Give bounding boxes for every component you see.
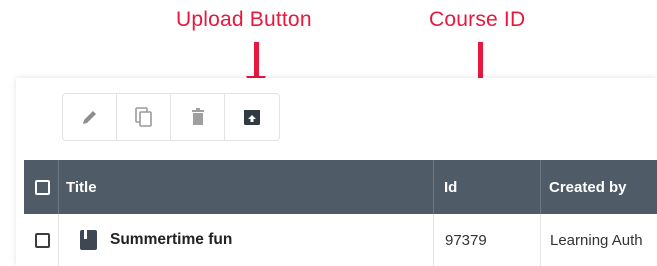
pencil-icon: [82, 111, 96, 124]
trash-icon: [191, 108, 204, 125]
row-checkbox[interactable]: [35, 232, 50, 248]
column-header-id[interactable]: Id: [444, 160, 457, 214]
upload-button-annotation: Upload Button: [176, 8, 312, 31]
edit-button[interactable]: [63, 94, 117, 140]
column-divider: [540, 214, 541, 266]
action-toolbar: [62, 93, 280, 141]
column-divider: [58, 214, 59, 266]
table-row[interactable]: Summertime fun 97379 Learning Auth: [24, 214, 657, 266]
column-divider: [433, 160, 434, 214]
course-id: 97379: [445, 231, 487, 249]
column-divider: [433, 214, 434, 266]
copy-icon: [134, 107, 152, 127]
delete-button[interactable]: [171, 94, 225, 140]
column-divider: [58, 160, 59, 214]
row-checkbox-cell[interactable]: [35, 214, 50, 266]
upload-icon: [244, 110, 260, 125]
select-all-checkbox-cell[interactable]: [35, 160, 50, 214]
course-book-icon: [80, 230, 97, 250]
select-all-checkbox[interactable]: [35, 179, 50, 195]
course-created-by: Learning Auth: [550, 231, 643, 249]
course-id-annotation: Course ID: [429, 8, 526, 31]
course-title[interactable]: Summertime fun: [110, 231, 232, 249]
column-header-title[interactable]: Title: [66, 160, 97, 214]
upload-button[interactable]: [225, 94, 279, 140]
column-divider: [540, 160, 541, 214]
row-title-cell[interactable]: Summertime fun: [80, 214, 232, 266]
copy-button[interactable]: [117, 94, 171, 140]
table-header-row: Title Id Created by: [24, 160, 657, 214]
column-header-created-by[interactable]: Created by: [549, 160, 627, 214]
